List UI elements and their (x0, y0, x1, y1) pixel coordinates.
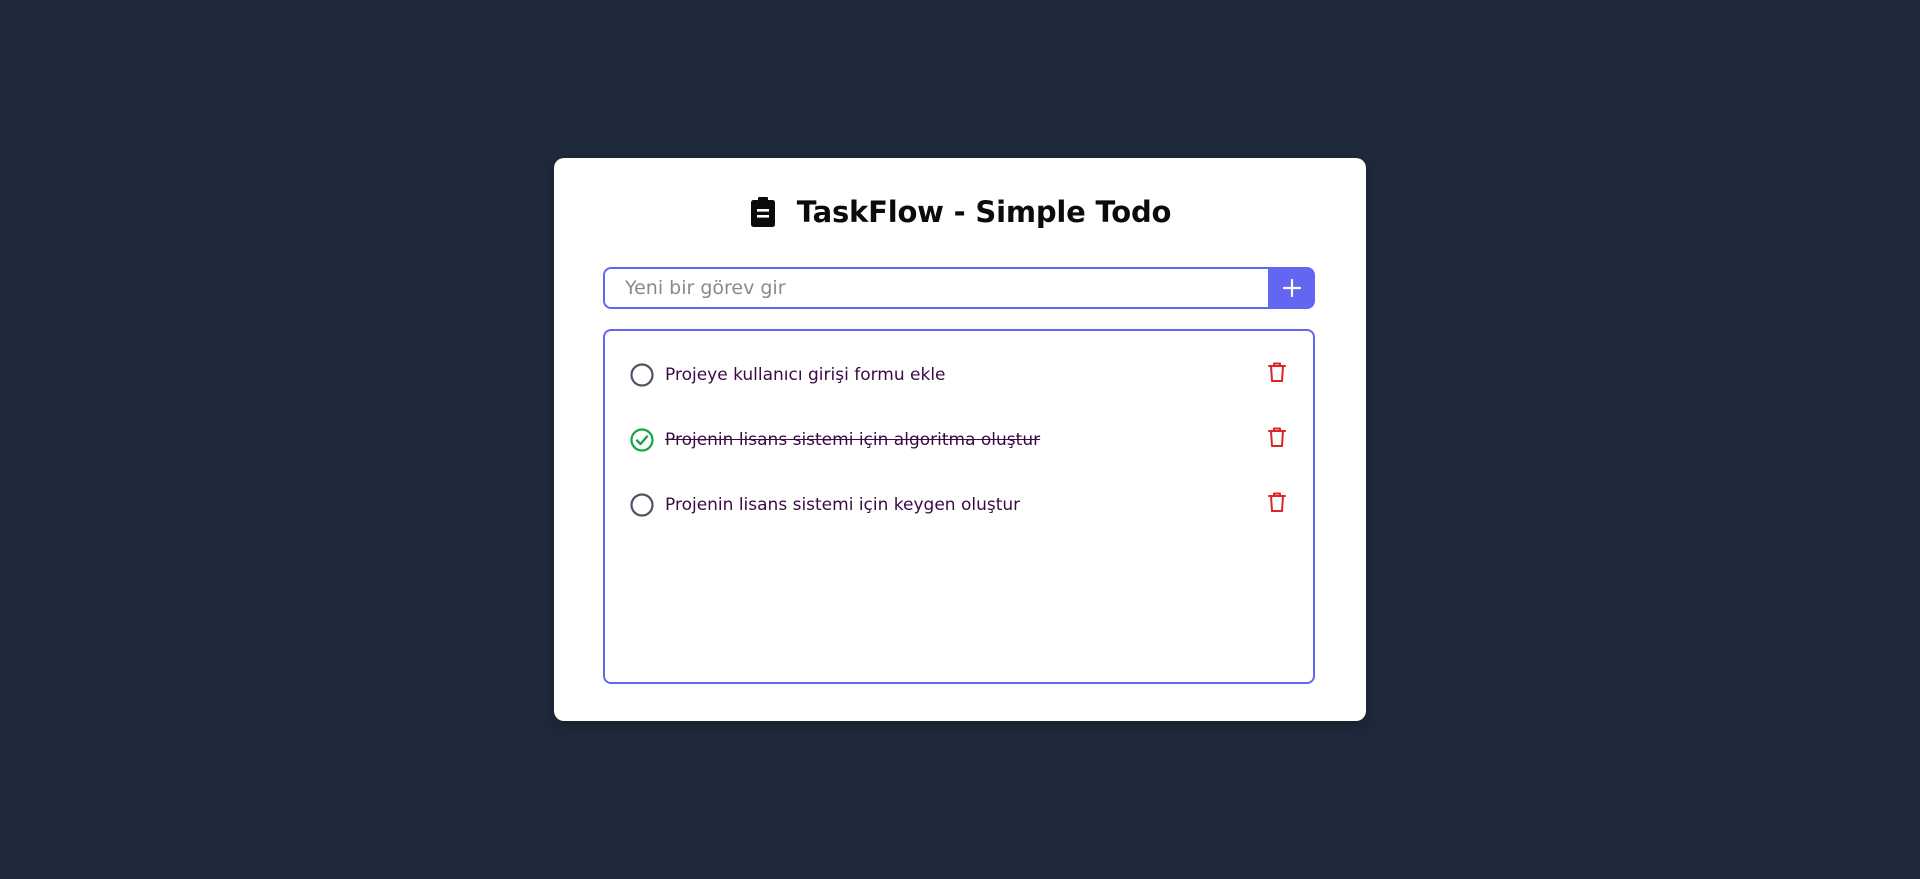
app-header: TaskFlow - Simple Todo (554, 190, 1366, 234)
plus-icon (1282, 278, 1302, 298)
task-label: Projenin lisans sistemi için keygen oluş… (665, 495, 1021, 515)
add-task-button[interactable] (1268, 267, 1315, 309)
trash-icon[interactable] (1263, 423, 1291, 451)
page-title: TaskFlow - Simple Todo (796, 195, 1172, 229)
trash-icon[interactable] (1263, 488, 1291, 516)
add-task-form (603, 267, 1315, 309)
task-label: Projenin lisans sistemi için algoritma o… (665, 430, 1041, 450)
trash-icon[interactable] (1263, 358, 1291, 386)
task-list: Projeye kullanıcı girişi formu ekle Proj… (603, 329, 1315, 684)
list-item: Projenin lisans sistemi için algoritma o… (629, 425, 1291, 455)
todo-card: TaskFlow - Simple Todo Projeye kullanıcı… (554, 158, 1366, 721)
circle-icon[interactable] (629, 362, 655, 388)
clipboard-icon (749, 196, 777, 228)
list-item: Projenin lisans sistemi için keygen oluş… (629, 490, 1291, 520)
task-label: Projeye kullanıcı girişi formu ekle (665, 365, 946, 385)
circle-icon[interactable] (629, 492, 655, 518)
check-circle-icon[interactable] (629, 427, 655, 453)
new-task-input[interactable] (603, 267, 1268, 309)
list-item: Projeye kullanıcı girişi formu ekle (629, 360, 1291, 390)
